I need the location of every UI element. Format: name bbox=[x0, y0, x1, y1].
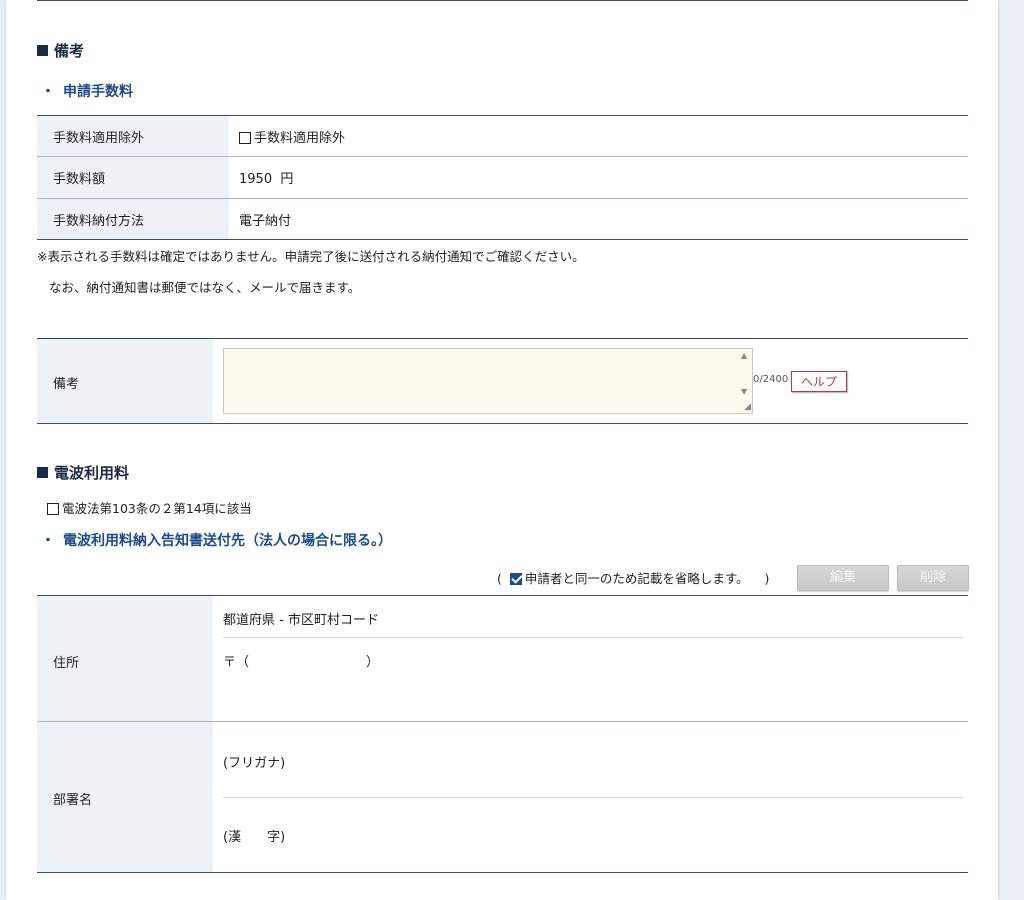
content: 備考 ・申請手数料 手数料適用除外 手数料適用除外 手数料額 1950 円 手数… bbox=[37, 0, 969, 900]
omit-checkbox-label: 申請者と同一のため記載を省略します。 bbox=[524, 571, 749, 586]
dept-label: 部署名 bbox=[53, 793, 93, 808]
fee-note-1: ※表示される手数料は確定ではありません。申請完了後に送付される納付通知でご確認く… bbox=[37, 249, 585, 264]
remarks-label-cell: 備考 bbox=[37, 339, 213, 423]
top-rule bbox=[37, 0, 968, 1]
fee-table: 手数料適用除外 手数料適用除外 手数料額 1950 円 手数料納付方法 電子納付 bbox=[37, 115, 968, 240]
omit-checkbox[interactable]: 申請者と同一のため記載を省略します。 bbox=[509, 571, 753, 586]
edit-button[interactable]: 編集 bbox=[797, 565, 889, 591]
radio-fee-section-title-text: 電波利用料 bbox=[54, 464, 130, 482]
recipient-table: 住所 都道府県 - 市区町村コード 〒（ ） 部署名 (フリガナ) (漢 字) bbox=[37, 595, 968, 873]
dept-furigana: (フリガナ) bbox=[223, 756, 286, 771]
fee-note-2: なお、納付通知書は郵便ではなく、メールで届きます。 bbox=[49, 280, 361, 295]
page: 備考 ・申請手数料 手数料適用除外 手数料適用除外 手数料額 1950 円 手数… bbox=[6, 0, 998, 900]
remarks-char-count: 0/2400 bbox=[753, 374, 789, 385]
dept-furigana-row: (フリガナ) bbox=[223, 752, 963, 798]
remarks-scrollbar[interactable]: ▲ ▼ ◢ bbox=[738, 349, 752, 413]
law-checkbox-label: 電波法第103条の２第14項に該当 bbox=[62, 501, 252, 516]
fee-exempt-checkbox[interactable]: 手数料適用除外 bbox=[239, 131, 345, 146]
help-button[interactable]: ヘルプ bbox=[791, 371, 848, 392]
address-row: 住所 都道府県 - 市区町村コード 〒（ ） bbox=[37, 596, 968, 722]
fee-method-value: 電子納付 bbox=[239, 213, 292, 229]
square-bullet-icon bbox=[37, 45, 48, 56]
postal-code: 〒（ ） bbox=[223, 655, 380, 670]
fee-subtitle-text: 申請手数料 bbox=[63, 84, 133, 100]
fee-exempt-label: 手数料適用除外 bbox=[37, 115, 229, 157]
bullet-dot-icon: ・ bbox=[41, 533, 55, 549]
pref-city-code-row: 都道府県 - 市区町村コード bbox=[223, 609, 963, 638]
remarks-section-title: 備考 bbox=[37, 40, 84, 61]
omit-option: ( 申請者と同一のため記載を省略します。 ) bbox=[497, 568, 769, 587]
checked-checkbox-icon[interactable] bbox=[509, 573, 522, 585]
checkbox-icon[interactable] bbox=[239, 131, 251, 144]
fee-amount-value: 1950 bbox=[239, 172, 273, 187]
fee-row-method: 手数料納付方法 電子納付 bbox=[37, 198, 968, 240]
fee-amount-cell: 1950 円 bbox=[229, 157, 968, 199]
dept-label-cell: 部署名 bbox=[37, 722, 213, 872]
open-paren: ( bbox=[497, 571, 502, 586]
remarks-textarea-wrap: ▲ ▼ ◢ bbox=[223, 348, 753, 414]
fee-row-amount: 手数料額 1950 円 bbox=[37, 156, 968, 199]
bullet-dot-icon: ・ bbox=[41, 84, 55, 100]
dept-kanji: (漢 字) bbox=[223, 830, 286, 845]
fee-subtitle: ・申請手数料 bbox=[41, 81, 133, 101]
fee-exempt-checkbox-label: 手数料適用除外 bbox=[254, 130, 346, 146]
address-label: 住所 bbox=[53, 656, 80, 671]
radio-fee-section-title: 電波利用料 bbox=[37, 462, 129, 483]
checkbox-icon[interactable] bbox=[47, 503, 59, 515]
remarks-label: 備考 bbox=[53, 377, 80, 392]
address-label-cell: 住所 bbox=[37, 596, 213, 721]
remarks-textarea[interactable] bbox=[224, 349, 739, 413]
law-checkbox[interactable]: 電波法第103条の２第14項に該当 bbox=[47, 498, 252, 517]
remarks-row: 備考 ▲ ▼ ◢ 0/2400 ヘルプ bbox=[37, 338, 968, 424]
scroll-down-icon[interactable]: ▼ bbox=[741, 387, 747, 396]
square-bullet-icon bbox=[37, 467, 48, 478]
delete-button[interactable]: 削除 bbox=[897, 565, 969, 591]
radio-fee-subtitle-text: 電波利用料納入告知書送付先（法人の場合に限る。） bbox=[63, 533, 392, 549]
resize-grip-icon[interactable]: ◢ bbox=[744, 402, 751, 412]
radio-fee-subtitle: ・電波利用料納入告知書送付先（法人の場合に限る。） bbox=[41, 530, 392, 550]
fee-exempt-cell: 手数料適用除外 bbox=[229, 116, 968, 157]
fee-method-label: 手数料納付方法 bbox=[37, 198, 229, 240]
fee-amount-unit: 円 bbox=[280, 172, 294, 187]
close-paren: ) bbox=[764, 571, 770, 586]
scroll-up-icon[interactable]: ▲ bbox=[741, 351, 747, 360]
fee-row-exempt: 手数料適用除外 手数料適用除外 bbox=[37, 115, 968, 157]
dept-row: 部署名 (フリガナ) (漢 字) bbox=[37, 722, 968, 872]
fee-amount-label: 手数料額 bbox=[37, 156, 229, 199]
remarks-section-title-text: 備考 bbox=[54, 42, 85, 60]
pref-city-code: 都道府県 - 市区町村コード bbox=[223, 613, 379, 628]
